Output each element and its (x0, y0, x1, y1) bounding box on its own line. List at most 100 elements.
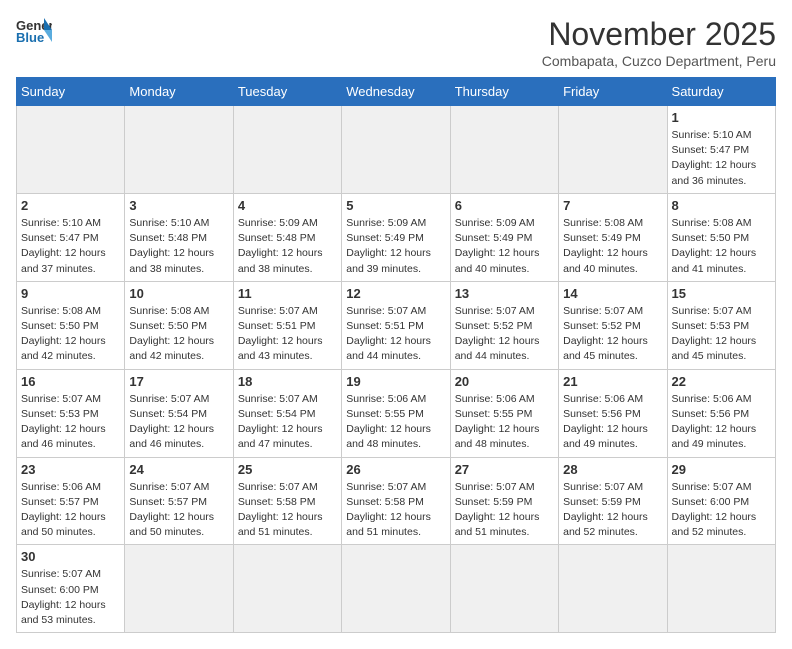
day-info: Sunrise: 5:07 AMSunset: 5:59 PMDaylight:… (563, 480, 662, 541)
week-row-3: 9Sunrise: 5:08 AMSunset: 5:50 PMDaylight… (17, 281, 776, 369)
day-info: Sunrise: 5:10 AMSunset: 5:48 PMDaylight:… (129, 216, 228, 277)
calendar-cell: 14Sunrise: 5:07 AMSunset: 5:52 PMDayligh… (559, 281, 667, 369)
calendar-cell: 29 Sunrise: 5:07 AMSunset: 6:00 PMDayligh… (667, 457, 775, 545)
calendar-cell: 15 Sunrise: 5:07 AMSunset: 5:53 PMDayligh… (667, 281, 775, 369)
day-number: 5 (346, 198, 445, 213)
calendar-cell: 22 Sunrise: 5:06 AMSunset: 5:56 PMDayligh… (667, 369, 775, 457)
calendar-cell: 30 Sunrise: 5:07 AMSunset: 6:00 PMDayligh… (17, 545, 125, 633)
weekday-header-row: SundayMondayTuesdayWednesdayThursdayFrid… (17, 78, 776, 106)
day-number: 25 (238, 462, 337, 477)
calendar-cell (342, 106, 450, 194)
day-number: 16 (21, 374, 120, 389)
calendar-cell: 11Sunrise: 5:07 AMSunset: 5:51 PMDayligh… (233, 281, 341, 369)
day-number: 1 (672, 110, 771, 125)
weekday-header-tuesday: Tuesday (233, 78, 341, 106)
calendar-cell: 25 Sunrise: 5:07 AMSunset: 5:58 PMDayligh… (233, 457, 341, 545)
calendar-cell: 19Sunrise: 5:06 AMSunset: 5:55 PMDayligh… (342, 369, 450, 457)
calendar-cell (125, 106, 233, 194)
day-number: 6 (455, 198, 554, 213)
calendar-cell: 5 Sunrise: 5:09 AMSunset: 5:49 PMDaylight… (342, 193, 450, 281)
day-info: Sunrise: 5:07 AMSunset: 5:54 PMDaylight:… (129, 392, 228, 453)
month-title: November 2025 (542, 16, 776, 53)
day-number: 18 (238, 374, 337, 389)
calendar-cell (667, 545, 775, 633)
calendar-cell: 1Sunrise: 5:10 AMSunset: 5:47 PMDaylight… (667, 106, 775, 194)
week-row-1: 1Sunrise: 5:10 AMSunset: 5:47 PMDaylight… (17, 106, 776, 194)
day-info: Sunrise: 5:08 AMSunset: 5:50 PMDaylight:… (21, 304, 120, 365)
day-info: Sunrise: 5:08 AMSunset: 5:49 PMDaylight:… (563, 216, 662, 277)
day-info: Sunrise: 5:07 AMSunset: 5:51 PMDaylight:… (346, 304, 445, 365)
day-number: 13 (455, 286, 554, 301)
calendar-cell (342, 545, 450, 633)
day-number: 24 (129, 462, 228, 477)
calendar-cell: 8Sunrise: 5:08 AMSunset: 5:50 PMDaylight… (667, 193, 775, 281)
calendar-cell: 3 Sunrise: 5:10 AMSunset: 5:48 PMDaylight… (125, 193, 233, 281)
calendar-cell: 28 Sunrise: 5:07 AMSunset: 5:59 PMDayligh… (559, 457, 667, 545)
calendar-cell: 4Sunrise: 5:09 AMSunset: 5:48 PMDaylight… (233, 193, 341, 281)
day-info: Sunrise: 5:10 AMSunset: 5:47 PMDaylight:… (21, 216, 120, 277)
weekday-header-monday: Monday (125, 78, 233, 106)
calendar-cell: 23 Sunrise: 5:06 AMSunset: 5:57 PMDayligh… (17, 457, 125, 545)
weekday-header-sunday: Sunday (17, 78, 125, 106)
calendar-cell: 9Sunrise: 5:08 AMSunset: 5:50 PMDaylight… (17, 281, 125, 369)
weekday-header-saturday: Saturday (667, 78, 775, 106)
day-info: Sunrise: 5:07 AMSunset: 5:53 PMDaylight:… (672, 304, 771, 365)
calendar-cell (450, 106, 558, 194)
week-row-4: 16 Sunrise: 5:07 AMSunset: 5:53 PMDayligh… (17, 369, 776, 457)
day-number: 22 (672, 374, 771, 389)
calendar-cell (125, 545, 233, 633)
calendar-cell (233, 545, 341, 633)
location-subtitle: Combapata, Cuzco Department, Peru (542, 53, 776, 69)
calendar-cell: 21 Sunrise: 5:06 AMSunset: 5:56 PMDayligh… (559, 369, 667, 457)
day-number: 4 (238, 198, 337, 213)
calendar: SundayMondayTuesdayWednesdayThursdayFrid… (16, 77, 776, 633)
day-info: Sunrise: 5:07 AMSunset: 6:00 PMDaylight:… (21, 567, 120, 628)
calendar-cell (559, 106, 667, 194)
logo: General Blue (16, 16, 52, 44)
day-number: 19 (346, 374, 445, 389)
logo-icon: General Blue (16, 16, 52, 44)
week-row-6: 30 Sunrise: 5:07 AMSunset: 6:00 PMDayligh… (17, 545, 776, 633)
day-info: Sunrise: 5:07 AMSunset: 5:53 PMDaylight:… (21, 392, 120, 453)
weekday-header-wednesday: Wednesday (342, 78, 450, 106)
calendar-cell: 12 Sunrise: 5:07 AMSunset: 5:51 PMDayligh… (342, 281, 450, 369)
day-info: Sunrise: 5:07 AMSunset: 6:00 PMDaylight:… (672, 480, 771, 541)
calendar-cell: 24 Sunrise: 5:07 AMSunset: 5:57 PMDayligh… (125, 457, 233, 545)
week-row-5: 23 Sunrise: 5:06 AMSunset: 5:57 PMDayligh… (17, 457, 776, 545)
calendar-cell: 6 Sunrise: 5:09 AMSunset: 5:49 PMDaylight… (450, 193, 558, 281)
day-info: Sunrise: 5:07 AMSunset: 5:52 PMDaylight:… (563, 304, 662, 365)
day-info: Sunrise: 5:07 AMSunset: 5:59 PMDaylight:… (455, 480, 554, 541)
day-info: Sunrise: 5:06 AMSunset: 5:56 PMDaylight:… (563, 392, 662, 453)
day-info: Sunrise: 5:09 AMSunset: 5:49 PMDaylight:… (455, 216, 554, 277)
day-info: Sunrise: 5:09 AMSunset: 5:49 PMDaylight:… (346, 216, 445, 277)
day-number: 15 (672, 286, 771, 301)
calendar-cell: 7 Sunrise: 5:08 AMSunset: 5:49 PMDaylight… (559, 193, 667, 281)
calendar-cell: 17Sunrise: 5:07 AMSunset: 5:54 PMDayligh… (125, 369, 233, 457)
weekday-header-friday: Friday (559, 78, 667, 106)
day-number: 29 (672, 462, 771, 477)
day-info: Sunrise: 5:07 AMSunset: 5:58 PMDaylight:… (346, 480, 445, 541)
day-number: 30 (21, 549, 120, 564)
day-number: 28 (563, 462, 662, 477)
day-info: Sunrise: 5:07 AMSunset: 5:57 PMDaylight:… (129, 480, 228, 541)
day-info: Sunrise: 5:08 AMSunset: 5:50 PMDaylight:… (129, 304, 228, 365)
week-row-2: 2Sunrise: 5:10 AMSunset: 5:47 PMDaylight… (17, 193, 776, 281)
day-number: 3 (129, 198, 228, 213)
calendar-cell: 10Sunrise: 5:08 AMSunset: 5:50 PMDayligh… (125, 281, 233, 369)
day-info: Sunrise: 5:07 AMSunset: 5:58 PMDaylight:… (238, 480, 337, 541)
svg-text:Blue: Blue (16, 30, 44, 44)
day-info: Sunrise: 5:06 AMSunset: 5:57 PMDaylight:… (21, 480, 120, 541)
calendar-cell (17, 106, 125, 194)
day-info: Sunrise: 5:06 AMSunset: 5:56 PMDaylight:… (672, 392, 771, 453)
day-number: 7 (563, 198, 662, 213)
calendar-cell: 13 Sunrise: 5:07 AMSunset: 5:52 PMDayligh… (450, 281, 558, 369)
title-area: November 2025 Combapata, Cuzco Departmen… (542, 16, 776, 69)
day-number: 12 (346, 286, 445, 301)
day-number: 23 (21, 462, 120, 477)
weekday-header-thursday: Thursday (450, 78, 558, 106)
day-number: 11 (238, 286, 337, 301)
calendar-cell: 27Sunrise: 5:07 AMSunset: 5:59 PMDayligh… (450, 457, 558, 545)
day-number: 21 (563, 374, 662, 389)
day-info: Sunrise: 5:07 AMSunset: 5:52 PMDaylight:… (455, 304, 554, 365)
day-number: 20 (455, 374, 554, 389)
